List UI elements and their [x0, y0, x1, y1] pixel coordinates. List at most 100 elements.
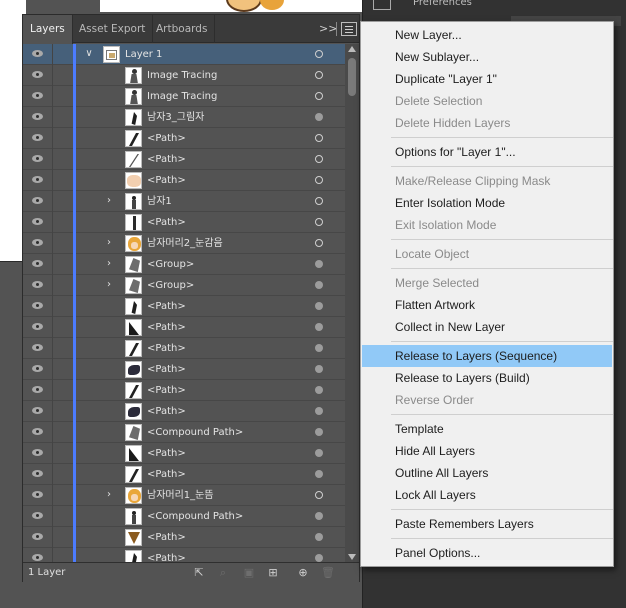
lock-column[interactable]	[52, 359, 53, 380]
menu-item[interactable]: Exit Isolation Mode	[362, 214, 612, 236]
target-icon[interactable]	[315, 344, 323, 352]
menu-item[interactable]: Lock All Layers	[362, 484, 612, 506]
target-icon[interactable]	[315, 428, 323, 436]
chevron-right-icon[interactable]: ›	[103, 195, 115, 207]
lock-column[interactable]	[52, 338, 53, 359]
new-sublayer-icon[interactable]: ⊞	[267, 567, 279, 579]
new-layer-icon[interactable]: ⊕	[297, 567, 309, 579]
menu-item[interactable]: Make/Release Clipping Mask	[362, 170, 612, 192]
menu-item[interactable]: Options for "Layer 1"...	[362, 141, 612, 163]
layer-name[interactable]: <Compound Path>	[147, 422, 243, 443]
lock-column[interactable]	[52, 254, 53, 275]
layer-name[interactable]: <Path>	[147, 401, 186, 422]
layer-row[interactable]: <Compound Path>	[23, 506, 345, 527]
menu-item[interactable]: New Sublayer...	[362, 46, 612, 68]
layer-row[interactable]: <Path>	[23, 170, 345, 191]
layers-scrollbar[interactable]	[345, 44, 359, 562]
lock-column[interactable]	[52, 233, 53, 254]
target-icon[interactable]	[315, 113, 323, 121]
layer-row[interactable]: <Compound Path>	[23, 422, 345, 443]
lock-column[interactable]	[52, 212, 53, 233]
scroll-up-icon[interactable]	[348, 46, 356, 52]
layer-name[interactable]: <Path>	[147, 212, 186, 233]
layer-row[interactable]: › 남자1	[23, 191, 345, 212]
layer-row[interactable]: Image Tracing	[23, 65, 345, 86]
layer-name[interactable]: Layer 1	[125, 44, 162, 65]
menu-item[interactable]: Paste Remembers Layers	[362, 513, 612, 535]
layer-row[interactable]: <Path>	[23, 149, 345, 170]
visibility-eye-icon[interactable]	[32, 112, 44, 122]
layer-name[interactable]: Image Tracing	[147, 86, 217, 107]
visibility-eye-icon[interactable]	[32, 217, 44, 227]
visibility-eye-icon[interactable]	[32, 385, 44, 395]
layer-row[interactable]: <Path>	[23, 401, 345, 422]
visibility-eye-icon[interactable]	[32, 364, 44, 374]
layer-row[interactable]: <Path>	[23, 128, 345, 149]
lock-column[interactable]	[52, 65, 53, 86]
lock-column[interactable]	[52, 317, 53, 338]
export-icon[interactable]: ⇱	[193, 567, 205, 579]
visibility-eye-icon[interactable]	[32, 70, 44, 80]
lock-column[interactable]	[52, 107, 53, 128]
layer-row[interactable]: <Path>	[23, 338, 345, 359]
layer-name[interactable]: <Path>	[147, 338, 186, 359]
panel-collapse-icon[interactable]: >>	[319, 22, 337, 36]
layer-row[interactable]: <Path>	[23, 317, 345, 338]
target-icon[interactable]	[315, 491, 323, 499]
layer-row[interactable]: › 남자머리1_눈뜸	[23, 485, 345, 506]
menu-item[interactable]: Locate Object	[362, 243, 612, 265]
scroll-thumb[interactable]	[348, 58, 356, 96]
layer-name[interactable]: <Path>	[147, 380, 186, 401]
visibility-eye-icon[interactable]	[32, 133, 44, 143]
layer-name[interactable]: <Compound Path>	[147, 506, 243, 527]
layer-name[interactable]: <Path>	[147, 443, 186, 464]
visibility-eye-icon[interactable]	[32, 427, 44, 437]
chevron-down-icon[interactable]: ∨	[83, 48, 95, 60]
layer-row[interactable]: <Path>	[23, 527, 345, 548]
clipping-mask-icon[interactable]: ▣	[243, 567, 255, 579]
lock-column[interactable]	[52, 275, 53, 296]
tab-asset-export[interactable]: Asset Export	[72, 15, 154, 43]
layer-name[interactable]: Image Tracing	[147, 65, 217, 86]
menu-item[interactable]: Collect in New Layer	[362, 316, 612, 338]
lock-column[interactable]	[52, 506, 53, 527]
visibility-eye-icon[interactable]	[32, 553, 44, 562]
layer-name[interactable]: <Path>	[147, 527, 186, 548]
target-icon[interactable]	[315, 365, 323, 373]
target-icon[interactable]	[315, 470, 323, 478]
layer-row[interactable]: › 남자머리2_눈감음	[23, 233, 345, 254]
layer-name[interactable]: <Path>	[147, 359, 186, 380]
target-icon[interactable]	[315, 533, 323, 541]
target-icon[interactable]	[315, 302, 323, 310]
layer-row[interactable]: <Path>	[23, 443, 345, 464]
target-icon[interactable]	[315, 449, 323, 457]
menu-item[interactable]: Template	[362, 418, 612, 440]
target-icon[interactable]	[315, 407, 323, 415]
layer-row[interactable]: <Path>	[23, 212, 345, 233]
visibility-eye-icon[interactable]	[32, 532, 44, 542]
visibility-eye-icon[interactable]	[32, 511, 44, 521]
chevron-right-icon[interactable]: ›	[103, 237, 115, 249]
visibility-eye-icon[interactable]	[32, 49, 44, 59]
delete-icon[interactable]: 🗑	[321, 567, 335, 579]
layer-name[interactable]: <Path>	[147, 149, 186, 170]
visibility-eye-icon[interactable]	[32, 343, 44, 353]
lock-column[interactable]	[52, 464, 53, 485]
menu-item[interactable]: Flatten Artwork	[362, 294, 612, 316]
visibility-eye-icon[interactable]	[32, 280, 44, 290]
layer-row[interactable]: <Path>	[23, 296, 345, 317]
target-icon[interactable]	[315, 260, 323, 268]
menu-item[interactable]: Outline All Layers	[362, 462, 612, 484]
target-icon[interactable]	[315, 71, 323, 79]
layer-name[interactable]: 남자머리2_눈감음	[147, 233, 223, 254]
menu-item[interactable]: Delete Selection	[362, 90, 612, 112]
target-icon[interactable]	[315, 218, 323, 226]
lock-column[interactable]	[52, 443, 53, 464]
layer-name[interactable]: <Path>	[147, 464, 186, 485]
target-icon[interactable]	[315, 176, 323, 184]
target-icon[interactable]	[315, 554, 323, 562]
layer-name[interactable]: <Path>	[147, 296, 186, 317]
target-icon[interactable]	[315, 155, 323, 163]
layer-name[interactable]: <Group>	[147, 275, 194, 296]
lock-column[interactable]	[52, 149, 53, 170]
